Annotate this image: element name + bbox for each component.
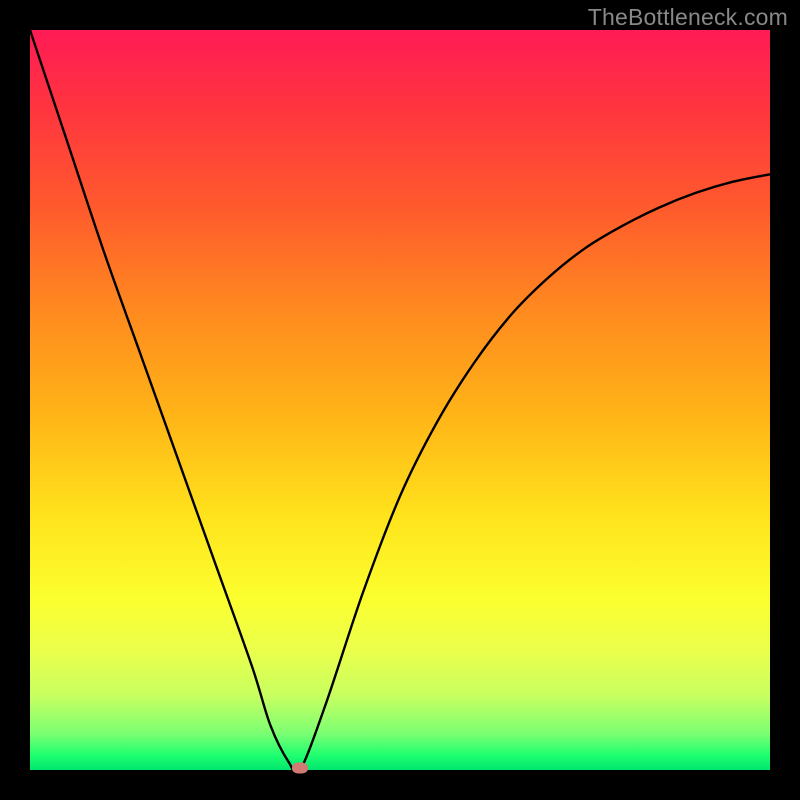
plot-area xyxy=(30,30,770,770)
bottleneck-curve xyxy=(30,30,770,770)
optimum-marker xyxy=(292,763,308,774)
watermark-text: TheBottleneck.com xyxy=(588,4,788,31)
chart-frame: TheBottleneck.com xyxy=(0,0,800,800)
